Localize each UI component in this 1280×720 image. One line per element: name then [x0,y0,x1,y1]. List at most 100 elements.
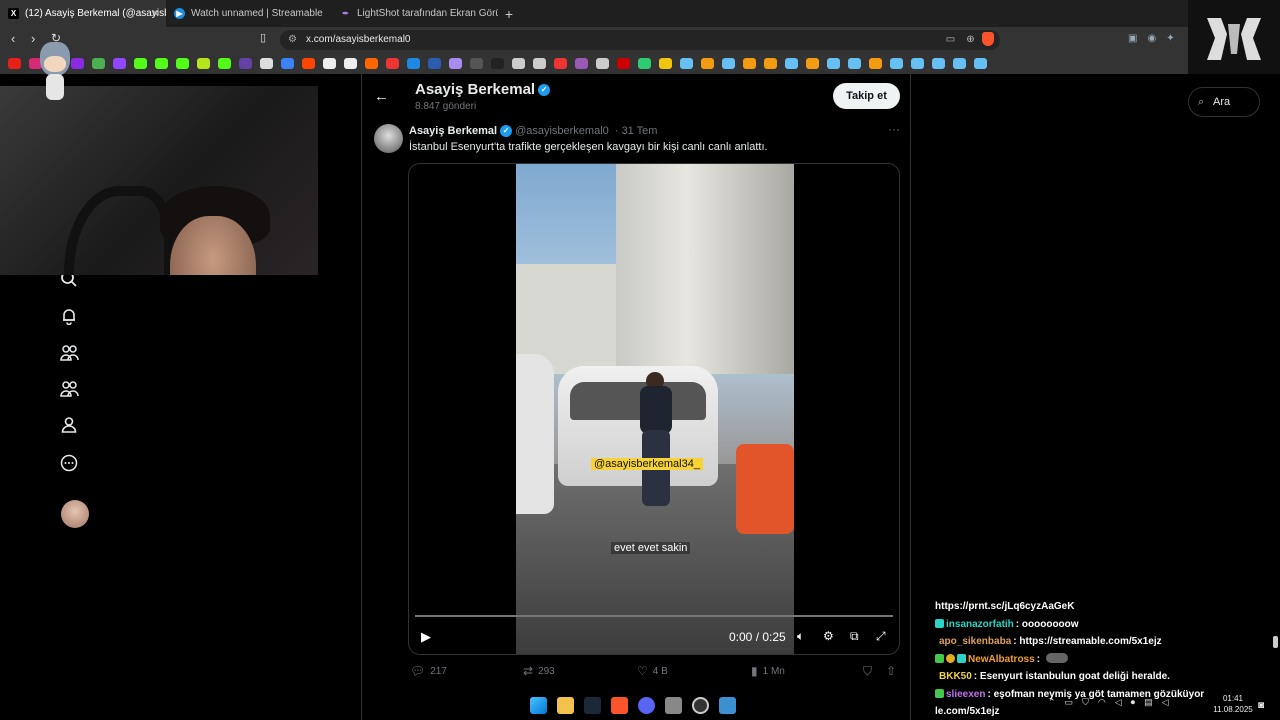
bookmark-icon[interactable] [554,57,567,69]
notification-icon[interactable]: ◙ [1258,700,1264,711]
fullscreen-icon[interactable]: ⤢ [876,629,886,644]
bookmark-icon[interactable] [869,57,882,69]
network-icon[interactable]: ▤ [1144,697,1153,708]
site-settings-icon[interactable]: ⚙ [288,30,297,50]
brave-shield-icon[interactable] [982,32,994,46]
app-icon[interactable] [665,696,682,714]
steam-bookmark-icon[interactable] [680,57,693,69]
discord-icon[interactable] [638,696,655,714]
repost-button[interactable]: ⇄ 293 [523,664,555,678]
steam-bookmark-icon[interactable] [911,57,924,69]
reddit-bookmark-icon[interactable] [302,57,315,69]
close-icon[interactable]: ✕ [151,7,160,20]
bookmark-icon[interactable] [575,57,588,69]
obs-icon[interactable] [692,696,709,714]
steam-icon[interactable] [584,696,601,714]
system-clock[interactable]: 01:41 11.08.2025 [1208,693,1258,715]
more-options-icon[interactable] [58,452,80,474]
profile-icon[interactable] [58,414,80,436]
bookmark-icon[interactable] [491,57,504,69]
chevron-up-icon[interactable]: ⌃ [1048,697,1056,708]
bookmark-icon[interactable] [701,57,714,69]
address-bar[interactable]: ⚙ x.com/asayisberkemal0 ▭ ⊕ ↗ [280,30,1000,50]
audio-icon[interactable]: ◉ [1147,33,1156,44]
wifi-icon[interactable]: ◠ [1098,697,1106,708]
x-bookmark-icon[interactable] [260,57,273,69]
account-avatar[interactable] [61,500,89,528]
bookmark-icon[interactable] [218,57,231,69]
file-explorer-icon[interactable] [557,696,574,714]
bookmark-icon[interactable] [281,57,294,69]
notifications-bell-icon[interactable] [58,305,80,327]
bookmark-post-button[interactable]: ⛉ [863,664,872,679]
bookmark-icon[interactable] [197,57,210,69]
kick-bookmark-icon[interactable] [176,57,189,69]
steam-bookmark-icon[interactable] [953,57,966,69]
bookmark-icon[interactable] [764,57,777,69]
share-post-button[interactable]: ⇧ [886,664,896,678]
back-arrow-icon[interactable]: ← [374,88,389,105]
speaker-icon[interactable]: ◁ [1115,697,1122,708]
bookmark-icon[interactable] [638,57,651,69]
drive-bookmark-icon[interactable] [92,57,105,69]
youtube-bookmark-icon[interactable] [8,57,21,69]
more-dots-icon[interactable]: ··· [888,122,900,136]
battery-icon[interactable]: ▭ [1065,697,1074,708]
settings-gear-icon[interactable]: ⚙ [823,629,834,643]
video-frame[interactable]: @asayisberkemal34_ evet evet sakin [516,164,794,654]
steam-bookmark-icon[interactable] [974,57,987,69]
cast-icon[interactable]: ▭ [946,30,955,50]
extensions-menu-icon[interactable]: ✦ [1166,33,1174,44]
bookmark-icon[interactable] [449,57,462,69]
brave-browser-icon[interactable] [611,696,628,714]
bookmark-icon[interactable] [617,57,630,69]
video-progress-bar[interactable] [415,615,893,617]
like-button[interactable]: ♡ 4 B [637,664,668,678]
bookmark-icon[interactable] [596,57,609,69]
steam-bookmark-icon[interactable] [785,57,798,69]
steam-bookmark-icon[interactable] [827,57,840,69]
bookmark-icon[interactable] [743,57,756,69]
new-tab-button[interactable]: + [498,0,520,27]
bookmark-icon[interactable] [407,57,420,69]
bookmark-icon[interactable] [428,57,441,69]
microphone-icon[interactable]: ⏺ [1131,697,1136,708]
bookmark-icon[interactable] [344,57,357,69]
post-avatar[interactable] [374,124,403,153]
bookmark-icon[interactable]: ▯ [260,31,266,44]
groups-icon[interactable] [58,378,80,400]
tab-lightshot[interactable]: ✒ LightShot tarafından Ekran Görüntüs [332,0,498,27]
reply-button[interactable]: 💬︎ 217 [410,664,447,678]
follow-button[interactable]: Takip et [833,83,900,109]
steam-bookmark-icon[interactable] [722,57,735,69]
scrollbar-thumb[interactable] [1273,636,1278,648]
forward-arrow-icon[interactable]: › [31,31,35,46]
steam-bookmark-icon[interactable] [890,57,903,69]
post-date[interactable]: · 31 Tem [615,125,658,137]
bookmark-icon[interactable] [512,57,525,69]
views-button[interactable]: ▮ 1 Mn [751,664,785,678]
play-icon[interactable]: ▶ [421,629,431,645]
volume-icon[interactable]: ◁ [1162,697,1169,708]
extension-icon[interactable]: ▣ [1128,33,1137,44]
steam-bookmark-icon[interactable] [848,57,861,69]
post-handle[interactable]: @asayisberkemal0 [515,125,609,137]
zoom-icon[interactable]: ⊕ [966,30,974,50]
bookmark-icon[interactable] [533,57,546,69]
volume-icon[interactable]: 🔈︎ [797,629,804,644]
tab-twitter-profile[interactable]: X (12) Asayiş Berkemal (@asayisbe ✕ [0,0,166,27]
twitch-bookmark-icon[interactable] [113,57,126,69]
video-player[interactable]: @asayisberkemal34_ evet evet sakin ▶ 0:0… [408,163,900,655]
search-input[interactable]: ⌕ Ara [1188,87,1260,117]
bookmark-icon[interactable] [470,57,483,69]
post-author[interactable]: Asayiş Berkemal [409,125,497,137]
bookmark-icon[interactable] [386,57,399,69]
kick-bookmark-icon[interactable] [155,57,168,69]
back-arrow-icon[interactable]: ‹ [11,31,15,46]
tab-streamable[interactable]: ▶ Watch unnamed | Streamable [166,0,332,27]
kick-bookmark-icon[interactable] [134,57,147,69]
steam-bookmark-icon[interactable] [932,57,945,69]
communities-icon[interactable] [58,342,80,364]
bookmark-icon[interactable] [323,57,336,69]
app-icon[interactable] [719,696,736,714]
